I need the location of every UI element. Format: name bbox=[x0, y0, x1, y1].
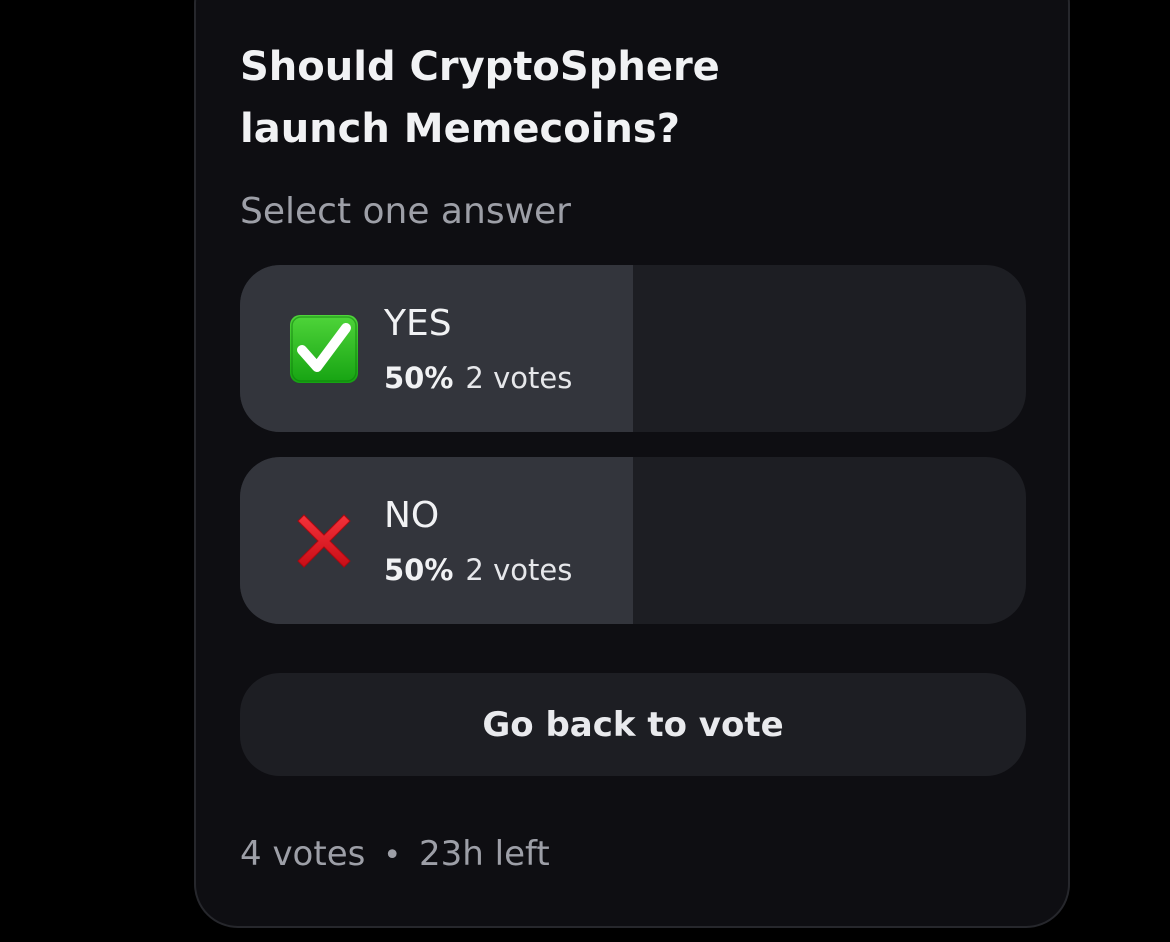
poll-option-yes[interactable]: YES 50% 2 votes bbox=[240, 265, 1026, 432]
poll-instruction: Select one answer bbox=[240, 191, 571, 232]
cross-mark-icon bbox=[297, 514, 351, 568]
go-back-to-vote-button[interactable]: Go back to vote bbox=[240, 673, 1026, 776]
poll-option-percent: 50% bbox=[384, 553, 454, 587]
poll-footer: 4 votes • 23h left bbox=[240, 830, 550, 880]
poll-option-label: NO bbox=[384, 495, 440, 536]
check-mark-button-icon bbox=[290, 315, 358, 383]
poll-option-stats: 50% 2 votes bbox=[384, 551, 572, 589]
poll-option-percent: 50% bbox=[384, 361, 454, 395]
separator-dot: • bbox=[383, 838, 402, 873]
poll-option-stats: 50% 2 votes bbox=[384, 359, 572, 397]
time-left: 23h left bbox=[419, 834, 550, 874]
poll-question: Should CryptoSphere launch Memecoins? bbox=[240, 44, 720, 152]
poll-option-label: YES bbox=[384, 303, 452, 344]
total-votes: 4 votes bbox=[240, 834, 366, 874]
poll-option-no[interactable]: NO 50% 2 votes bbox=[240, 457, 1026, 624]
poll-option-votes: 2 votes bbox=[465, 361, 573, 395]
poll-option-votes: 2 votes bbox=[465, 553, 573, 587]
